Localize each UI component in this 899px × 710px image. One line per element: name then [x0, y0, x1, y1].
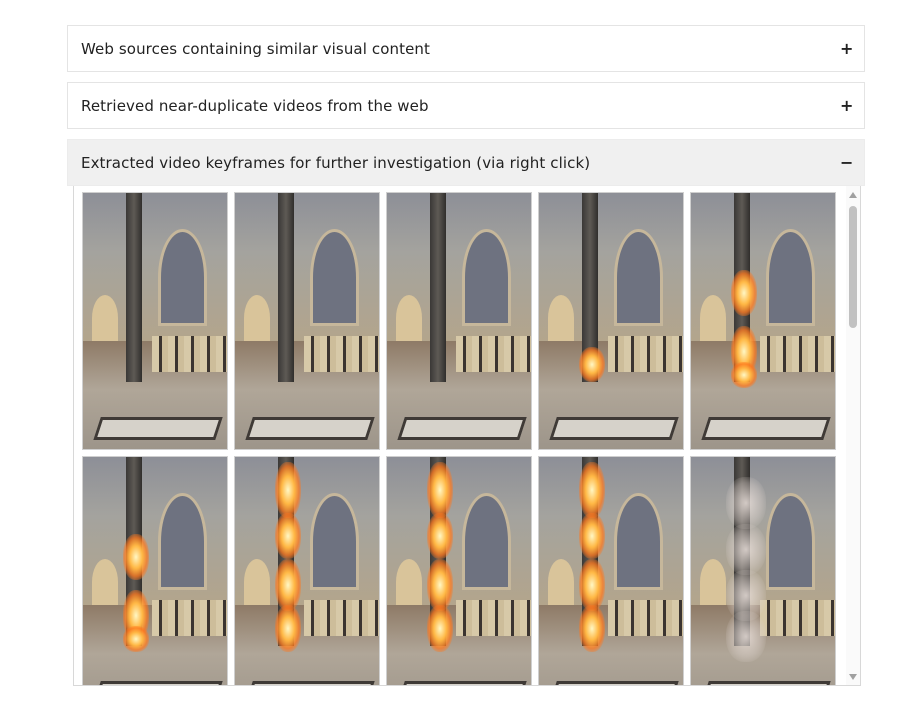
accordion-keyframes[interactable]: Extracted video keyframes for further in… [67, 139, 865, 186]
accordion-web-sources[interactable]: Web sources containing similar visual co… [67, 25, 865, 72]
accordion-title: Web sources containing similar visual co… [81, 39, 430, 58]
scrollbar[interactable] [846, 186, 860, 685]
keyframe-thumbnail[interactable] [538, 192, 684, 450]
keyframe-thumbnail[interactable] [386, 456, 532, 685]
keyframe-thumbnail[interactable] [82, 456, 228, 685]
keyframe-thumbnail[interactable] [386, 192, 532, 450]
scroll-up-icon[interactable] [849, 192, 857, 198]
keyframe-thumbnail[interactable] [538, 456, 684, 685]
expand-icon[interactable]: + [840, 39, 853, 58]
keyframe-thumbnail[interactable] [690, 192, 836, 450]
keyframe-thumbnail[interactable] [690, 456, 836, 685]
keyframes-grid [79, 192, 839, 685]
keyframes-panel [73, 186, 861, 686]
scrollbar-thumb[interactable] [849, 206, 857, 328]
scroll-down-icon[interactable] [849, 674, 857, 680]
keyframe-thumbnail[interactable] [234, 192, 380, 450]
keyframe-thumbnail[interactable] [234, 456, 380, 685]
expand-icon[interactable]: + [840, 96, 853, 115]
accordion-title: Retrieved near-duplicate videos from the… [81, 96, 429, 115]
accordion-near-duplicate-videos[interactable]: Retrieved near-duplicate videos from the… [67, 82, 865, 129]
accordion-title: Extracted video keyframes for further in… [81, 153, 591, 172]
collapse-icon[interactable]: − [840, 153, 853, 172]
keyframe-thumbnail[interactable] [82, 192, 228, 450]
